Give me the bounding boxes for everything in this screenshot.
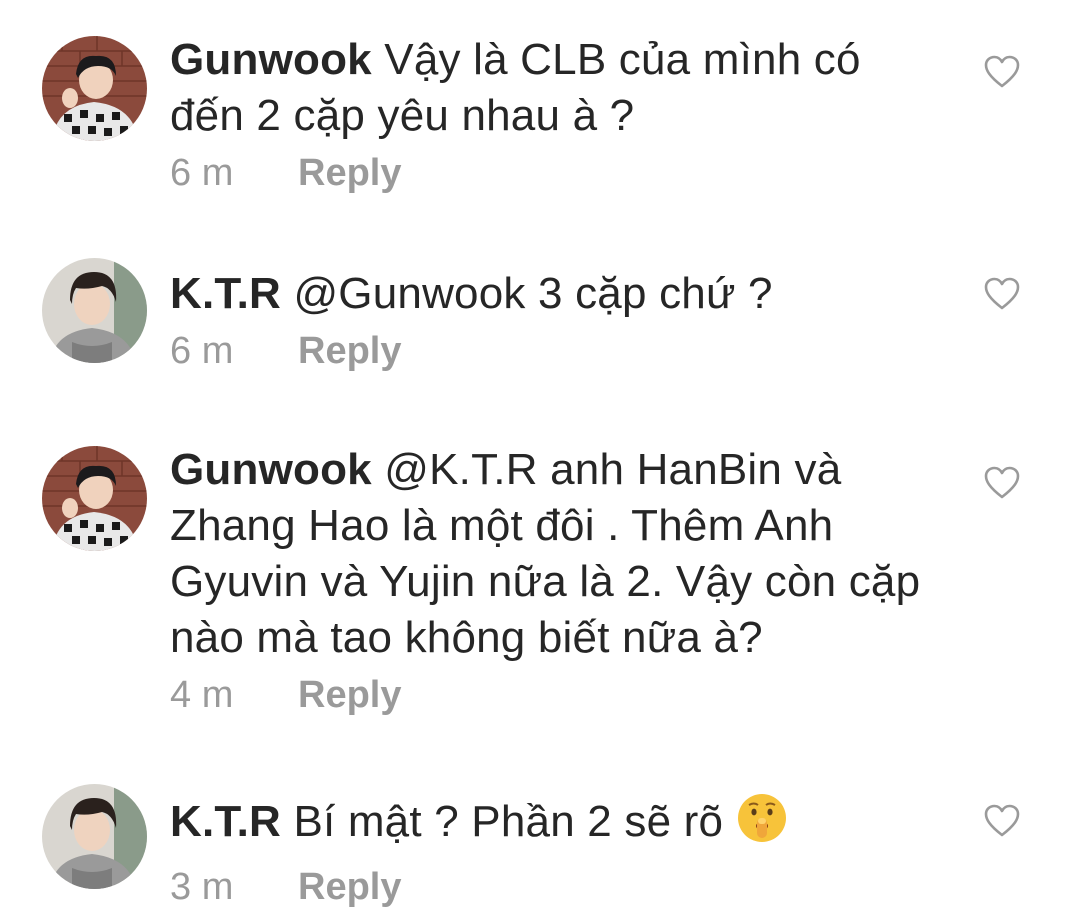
- avatar-gunwook[interactable]: [42, 446, 147, 551]
- comment-meta: 3 m Reply: [170, 864, 930, 910]
- heart-outline-icon[interactable]: [984, 804, 1020, 838]
- reply-button[interactable]: Reply: [298, 330, 401, 372]
- reply-button[interactable]: Reply: [298, 674, 401, 716]
- comment-meta: 6 m Reply: [170, 150, 930, 196]
- avatar-ktr[interactable]: [42, 258, 147, 363]
- avatar-ktr[interactable]: [42, 784, 147, 889]
- comment-timestamp: 3 m: [170, 866, 234, 908]
- shushing-face-emoji: [736, 792, 788, 858]
- comment-timestamp: 6 m: [170, 152, 234, 194]
- reply-button[interactable]: Reply: [298, 152, 401, 194]
- comment-message: Bí mật ? Phần 2 sẽ rõ: [293, 797, 724, 846]
- comment-timestamp: 6 m: [170, 330, 234, 372]
- comment-text: K.T.R @Gunwook 3 cặp chứ ?: [170, 266, 930, 322]
- avatar-gunwook[interactable]: [42, 36, 147, 141]
- comment-text: Gunwook Vậy là CLB của mình có đến 2 cặp…: [170, 32, 930, 144]
- comment-username[interactable]: Gunwook: [170, 445, 372, 494]
- heart-outline-icon[interactable]: [984, 466, 1020, 500]
- comment-meta: 6 m Reply: [170, 328, 930, 374]
- heart-outline-icon[interactable]: [984, 277, 1020, 311]
- comment-username[interactable]: Gunwook: [170, 35, 372, 84]
- comment-message: @Gunwook 3 cặp chứ ?: [293, 269, 773, 318]
- heart-outline-icon[interactable]: [984, 55, 1020, 89]
- comment-username[interactable]: K.T.R: [170, 269, 281, 318]
- comment-timestamp: 4 m: [170, 674, 234, 716]
- comment-text: Gunwook @K.T.R anh HanBin và Zhang Hao l…: [170, 442, 930, 666]
- comment-text: K.T.R Bí mật ? Phần 2 sẽ rõ: [170, 792, 930, 858]
- comment-username[interactable]: K.T.R: [170, 797, 281, 846]
- comment-meta: 4 m Reply: [170, 672, 930, 718]
- reply-button[interactable]: Reply: [298, 866, 401, 908]
